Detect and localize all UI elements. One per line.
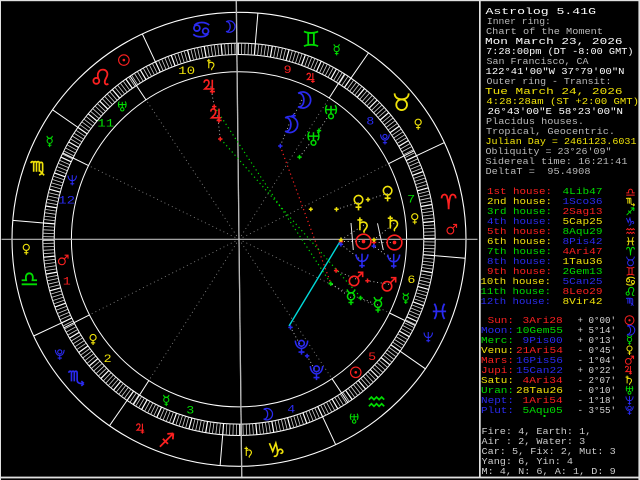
svg-text:DeltaT = 95.4908: DeltaT = 95.4908 (486, 166, 591, 177)
svg-text:M: 4, N: 6, A: 1, D: 9: M: 4, N: 6, A: 1, D: 9 (482, 466, 616, 477)
svg-text:8Vir42: 8Vir42 (563, 296, 603, 307)
svg-text:12: 12 (58, 195, 75, 207)
svg-text:4: 4 (287, 404, 295, 416)
svg-text:12th house:: 12th house: (481, 296, 552, 307)
svg-text:5: 5 (368, 352, 376, 364)
svg-text:3: 3 (186, 406, 194, 418)
svg-text:1: 1 (63, 276, 71, 288)
svg-text:6: 6 (407, 275, 415, 287)
svg-text:11: 11 (97, 119, 115, 131)
svg-text:Plut:: Plut: (481, 405, 514, 416)
svg-text:10: 10 (178, 66, 195, 78)
svg-text:5Aqu05: 5Aqu05 (523, 405, 563, 416)
svg-text:8: 8 (366, 117, 374, 129)
svg-text:- 3°55': - 3°55' (578, 405, 617, 416)
svg-text:2: 2 (104, 354, 112, 366)
svg-text:7: 7 (407, 194, 415, 206)
svg-text:9: 9 (284, 65, 292, 77)
